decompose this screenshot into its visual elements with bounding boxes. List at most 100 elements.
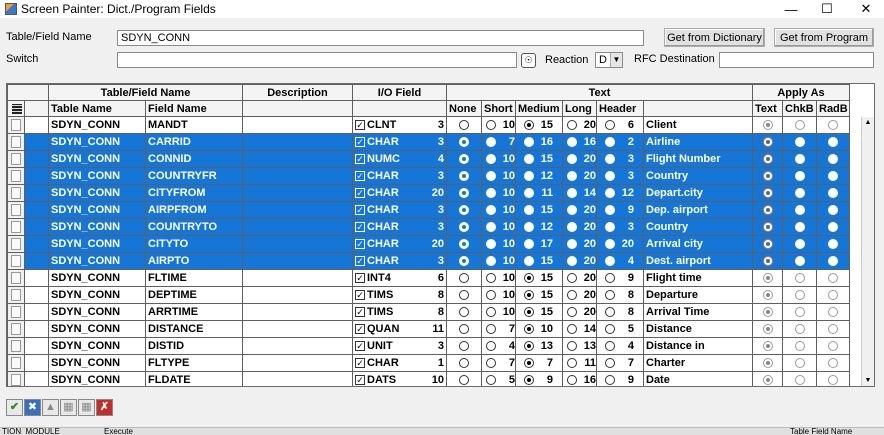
apply-chkb-radio[interactable] xyxy=(794,171,805,181)
text-short-radio[interactable] xyxy=(486,341,496,351)
text-header-radio[interactable] xyxy=(605,222,615,232)
text-long-radio[interactable] xyxy=(567,154,577,164)
apply-text-radio[interactable] xyxy=(762,205,773,215)
io-field-cell[interactable]: ✓ CHAR 3 xyxy=(352,218,447,236)
io-field-cell[interactable]: ✓ CHAR 20 xyxy=(352,184,447,202)
table-row[interactable]: SDYN_CONN CARRID ✓ CHAR 3 7 16 16 2 Airline xyxy=(7,133,850,151)
maximize-button[interactable]: ☐ xyxy=(807,0,847,18)
vertical-scrollbar[interactable]: ▲ ▼ xyxy=(861,117,874,386)
text-short-radio[interactable] xyxy=(486,290,496,300)
text-short-radio[interactable] xyxy=(486,375,496,385)
io-checkbox[interactable]: ✓ xyxy=(355,188,365,198)
text-medium-radio[interactable] xyxy=(524,171,534,181)
text-none-radio[interactable] xyxy=(459,239,469,249)
text-long-radio[interactable] xyxy=(567,222,577,232)
apply-chkb-radio[interactable] xyxy=(794,154,805,164)
io-checkbox[interactable]: ✓ xyxy=(355,154,365,164)
io-checkbox[interactable]: ✓ xyxy=(355,137,365,147)
io-field-cell[interactable]: ✓ CHAR 3 xyxy=(352,167,447,185)
text-medium-radio[interactable] xyxy=(524,222,534,232)
close-button[interactable]: ✕ xyxy=(846,0,884,18)
reaction-select[interactable]: D ▼ xyxy=(595,52,623,68)
text-medium-radio[interactable] xyxy=(524,205,534,215)
scroll-up-icon[interactable]: ▲ xyxy=(862,117,874,129)
apply-text-radio[interactable] xyxy=(762,171,773,181)
apply-radb-radio[interactable] xyxy=(828,273,838,283)
text-short-radio[interactable] xyxy=(486,324,496,334)
text-none-radio[interactable] xyxy=(459,120,469,130)
text-long-radio[interactable] xyxy=(567,239,577,249)
io-checkbox[interactable]: ✓ xyxy=(355,171,365,181)
apply-radb-radio[interactable] xyxy=(828,324,838,334)
apply-radb-radio[interactable] xyxy=(828,120,838,130)
text-long-radio[interactable] xyxy=(567,205,577,215)
apply-radb-radio[interactable] xyxy=(828,222,838,232)
apply-chkb-radio[interactable] xyxy=(794,290,805,300)
text-medium-radio[interactable] xyxy=(524,307,534,317)
text-none-radio[interactable] xyxy=(459,137,469,147)
save-icon[interactable]: ▦ xyxy=(60,399,77,416)
table-row[interactable]: SDYN_CONN CONNID ✓ NUMC 4 10 15 20 3 Flight Numbe… xyxy=(7,150,850,168)
apply-radb-radio[interactable] xyxy=(828,290,838,300)
text-long-radio[interactable] xyxy=(567,120,577,130)
row-selector[interactable] xyxy=(7,235,25,253)
table-row[interactable]: SDYN_CONN COUNTRYFR ✓ CHAR 3 10 12 20 3 Country xyxy=(7,167,850,185)
text-medium-radio[interactable] xyxy=(524,358,534,368)
apply-chkb-radio[interactable] xyxy=(794,307,805,317)
text-medium-radio[interactable] xyxy=(524,137,534,147)
text-none-radio[interactable] xyxy=(459,307,469,317)
apply-chkb-radio[interactable] xyxy=(794,205,805,215)
table-row[interactable]: SDYN_CONN ARRTIME ✓ TIMS 8 10 15 20 8 Arrival Tim… xyxy=(7,303,850,321)
close-x-icon[interactable]: ✖ xyxy=(24,399,41,416)
apply-chkb-radio[interactable] xyxy=(794,222,805,232)
table-row[interactable]: SDYN_CONN MANDT ✓ CLNT 3 10 15 20 6 Client xyxy=(7,116,850,134)
apply-text-radio[interactable] xyxy=(762,222,773,232)
apply-radb-radio[interactable] xyxy=(828,256,838,266)
text-none-radio[interactable] xyxy=(459,205,469,215)
text-short-radio[interactable] xyxy=(486,307,496,317)
get-from-dictionary-button[interactable]: Get from Dictionary xyxy=(664,28,765,47)
apply-chkb-radio[interactable] xyxy=(794,324,805,334)
text-long-radio[interactable] xyxy=(567,273,577,283)
apply-chkb-radio[interactable] xyxy=(794,137,805,147)
table-row[interactable]: SDYN_CONN FLDATE ✓ DATS 10 5 9 16 9 Date xyxy=(7,371,850,386)
apply-text-radio[interactable] xyxy=(762,137,773,147)
scroll-down-icon[interactable]: ▼ xyxy=(862,375,874,386)
text-short-radio[interactable] xyxy=(486,137,496,147)
table-row[interactable]: SDYN_CONN FLTIME ✓ INT4 6 10 15 20 9 Flight time xyxy=(7,269,850,287)
apply-radb-radio[interactable] xyxy=(828,154,838,164)
text-medium-radio[interactable] xyxy=(524,375,534,385)
io-checkbox[interactable]: ✓ xyxy=(355,341,365,351)
apply-text-radio[interactable] xyxy=(762,188,773,198)
table-row[interactable]: SDYN_CONN DISTID ✓ UNIT 3 4 13 13 4 Distance in xyxy=(7,337,850,355)
text-short-radio[interactable] xyxy=(486,222,496,232)
io-checkbox[interactable]: ✓ xyxy=(355,239,365,249)
io-checkbox[interactable]: ✓ xyxy=(355,120,365,130)
table-row[interactable]: SDYN_CONN COUNTRYTO ✓ CHAR 3 10 12 20 3 Country xyxy=(7,218,850,236)
apply-text-radio[interactable] xyxy=(762,273,773,283)
apply-radb-radio[interactable] xyxy=(828,358,838,368)
table-row[interactable]: SDYN_CONN DISTANCE ✓ QUAN 11 7 10 14 5 Distance xyxy=(7,320,850,338)
row-selector[interactable] xyxy=(7,167,25,185)
text-long-radio[interactable] xyxy=(567,341,577,351)
row-selector[interactable] xyxy=(7,218,25,236)
apply-text-radio[interactable] xyxy=(762,307,773,317)
io-field-cell[interactable]: ✓ CHAR 3 xyxy=(352,252,447,270)
text-header-radio[interactable] xyxy=(605,307,615,317)
text-none-radio[interactable] xyxy=(459,375,469,385)
text-medium-radio[interactable] xyxy=(524,120,534,130)
apply-text-radio[interactable] xyxy=(762,290,773,300)
text-header-radio[interactable] xyxy=(605,120,615,130)
io-checkbox[interactable]: ✓ xyxy=(355,358,365,368)
text-header-radio[interactable] xyxy=(605,205,615,215)
table-row[interactable]: SDYN_CONN FLTYPE ✓ CHAR 1 7 7 11 7 Charter xyxy=(7,354,850,372)
text-long-radio[interactable] xyxy=(567,137,577,147)
text-none-radio[interactable] xyxy=(459,171,469,181)
row-selector[interactable] xyxy=(7,320,25,338)
apply-radb-radio[interactable] xyxy=(828,341,838,351)
text-short-radio[interactable] xyxy=(486,239,496,249)
table-field-input[interactable]: SDYN_CONN xyxy=(117,30,644,46)
io-checkbox[interactable]: ✓ xyxy=(355,307,365,317)
text-short-radio[interactable] xyxy=(486,273,496,283)
switch-input[interactable] xyxy=(117,52,517,68)
